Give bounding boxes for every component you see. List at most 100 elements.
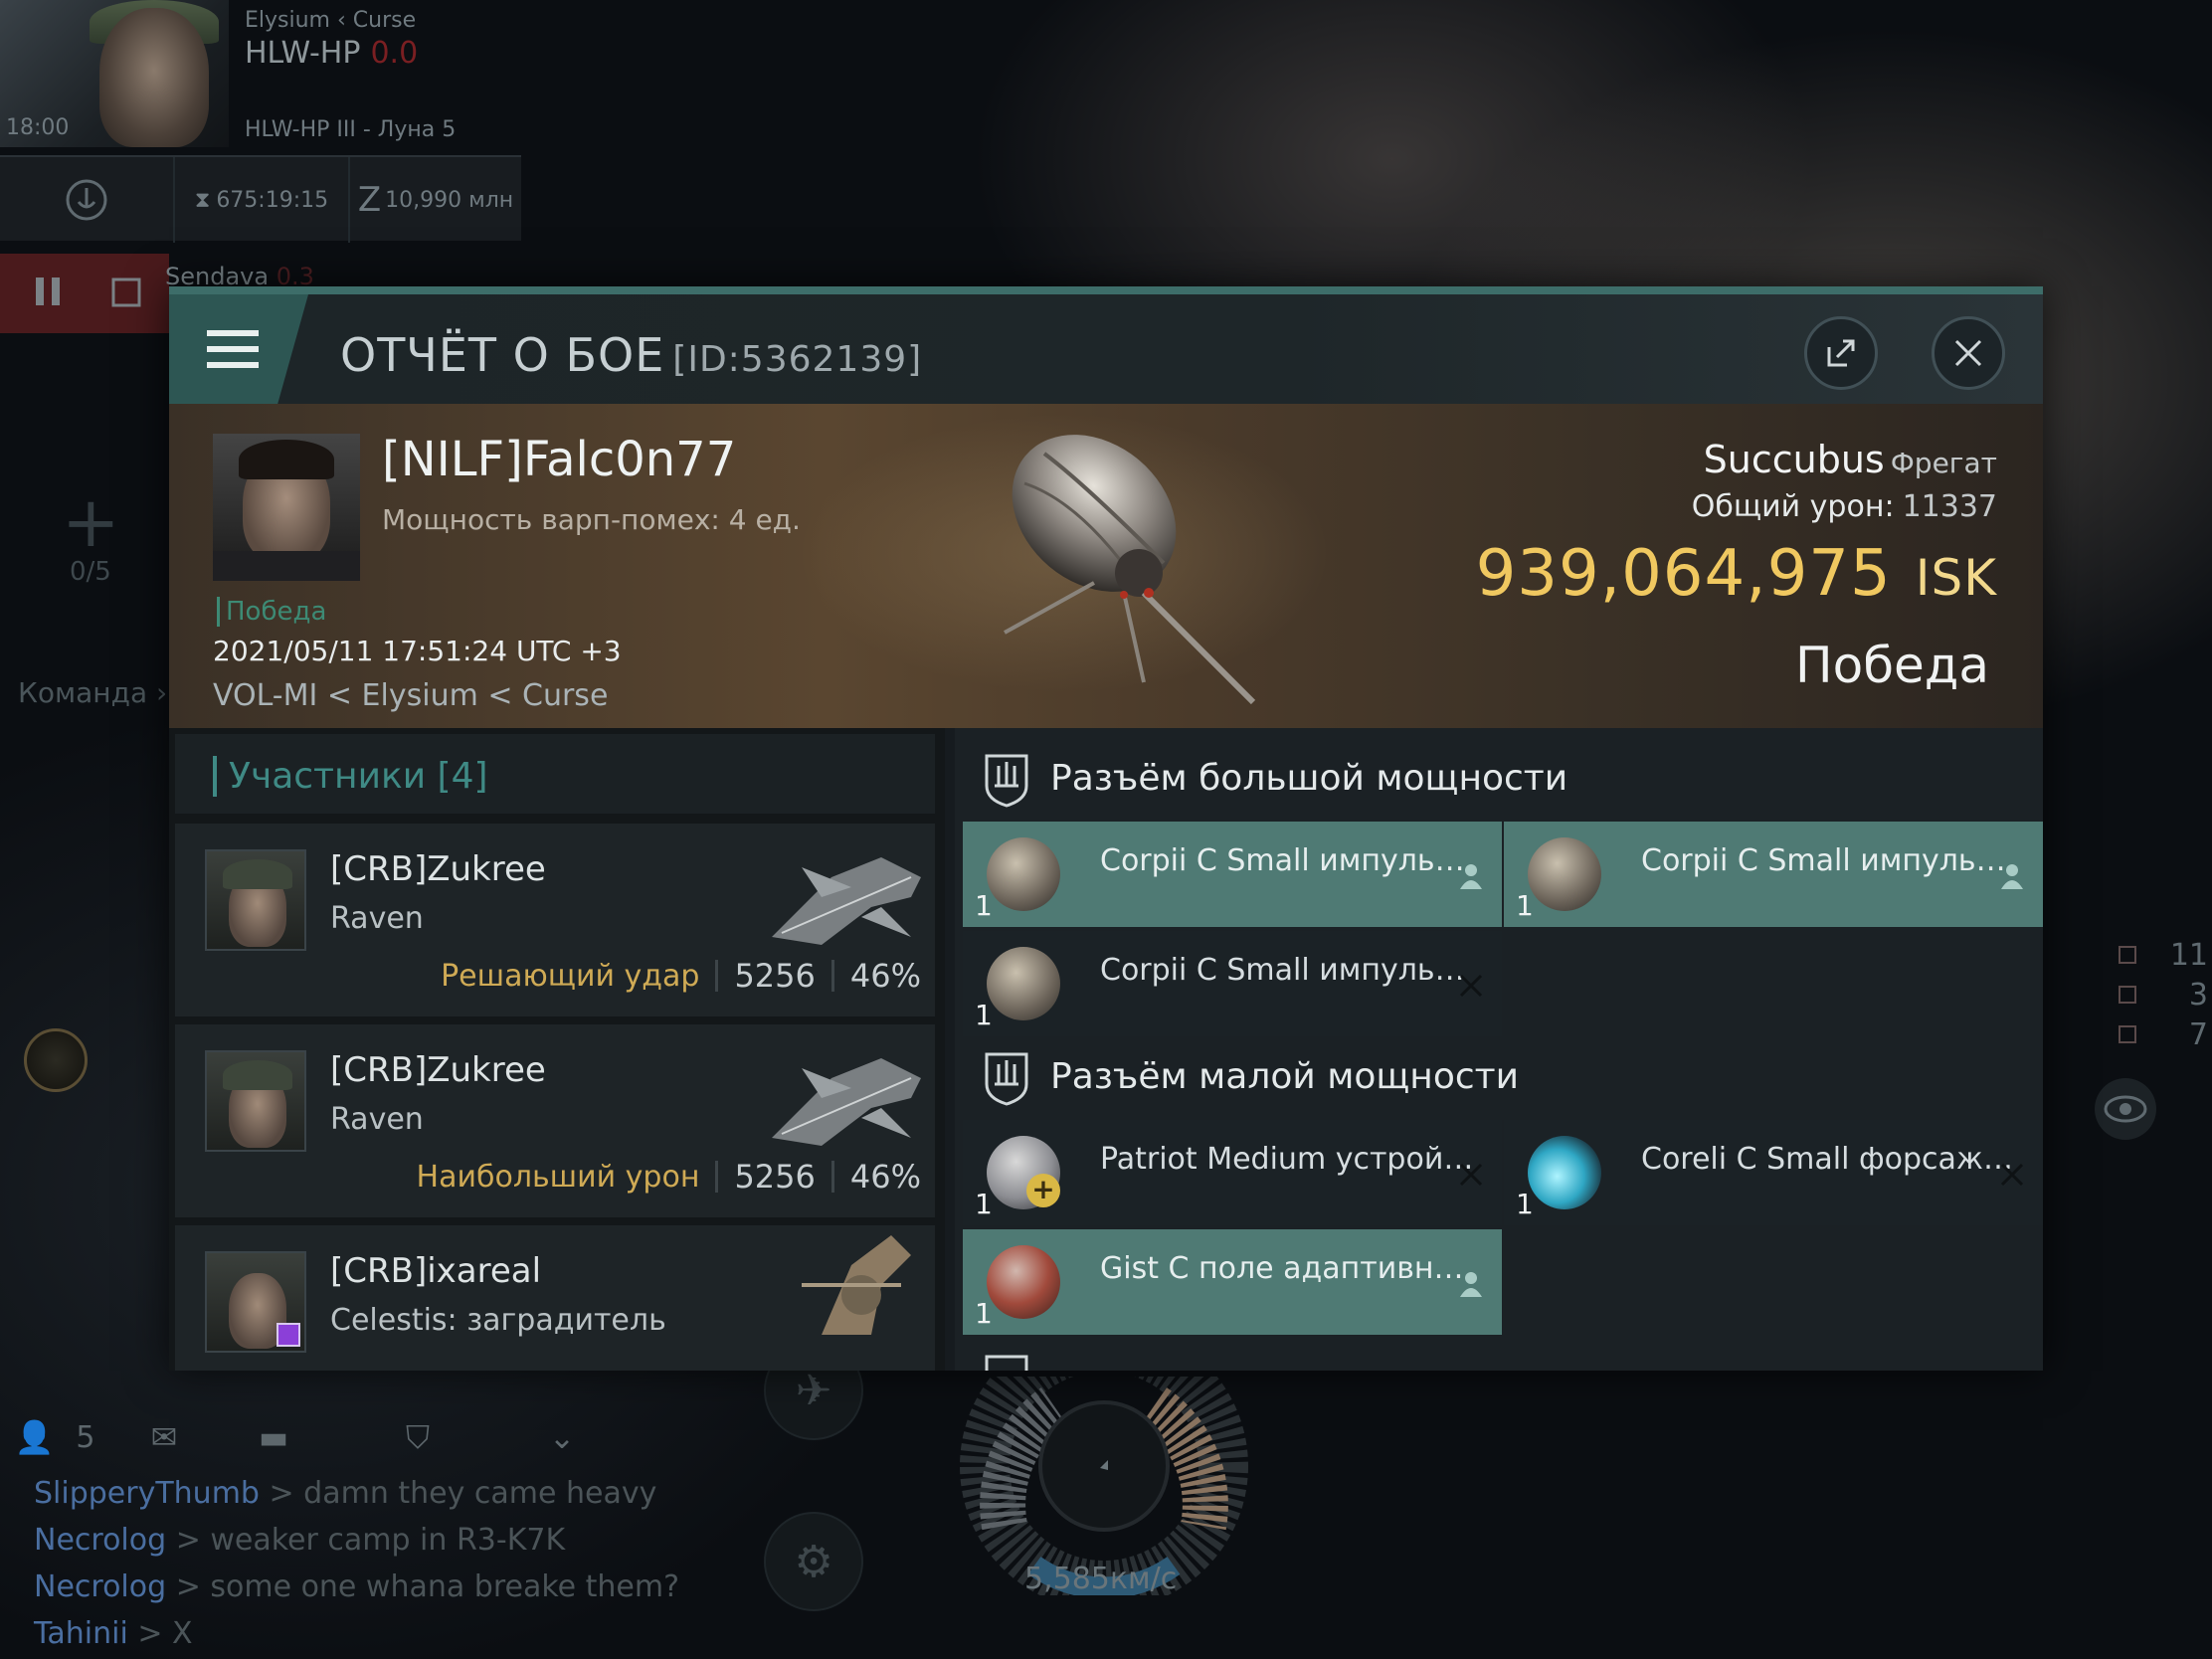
- module-slot[interactable]: + 1 Patriot Medium устройство ...: [963, 1120, 1502, 1225]
- counter-value: 3: [2188, 977, 2208, 1013]
- chat-author[interactable]: SlipperyThumb: [34, 1476, 260, 1511]
- participant-stats: Наибольший урон 5256 46%: [417, 1158, 921, 1196]
- destroyed-x-icon: [1459, 1163, 1483, 1187]
- chat-text: > X: [127, 1616, 193, 1651]
- module-icon: [2119, 1025, 2136, 1043]
- high-slot-label: Разъём большой мощности: [1050, 758, 1568, 799]
- chat-author[interactable]: Necrolog: [34, 1523, 166, 1558]
- filter-button[interactable]: ⛉: [328, 1402, 507, 1472]
- participants-header[interactable]: Участники [4]: [175, 734, 935, 814]
- autopilot-controls: [0, 254, 169, 333]
- chat-bubble-icon: ▬: [258, 1418, 289, 1456]
- chat-author[interactable]: Tahinii: [34, 1616, 128, 1651]
- module-slot[interactable]: 1 Corpii C Small импульсный...: [963, 822, 1502, 927]
- high-slot-header: Разъём большой мощности: [955, 728, 2043, 830]
- ship-icon: ✈: [795, 1365, 832, 1416]
- members-button[interactable]: 👤 5: [0, 1402, 109, 1472]
- participant-stats: Решающий удар 5256 46%: [441, 957, 921, 995]
- battle-report-window: ОТЧЁТ О БОЕ [ID:5362139] [NILF]Falc0n77 М…: [169, 286, 2043, 1371]
- dropped-person-icon: [1460, 864, 1482, 889]
- team-tab[interactable]: Команда ›: [18, 676, 167, 709]
- collapse-chat-button[interactable]: ⌄: [507, 1402, 617, 1472]
- module-slot[interactable]: 1 Coreli C Small форсажный...: [1504, 1120, 2043, 1225]
- chat-message: Tahinii > X: [34, 1610, 679, 1657]
- stop-icon: [111, 277, 141, 307]
- orbit-icon[interactable]: [24, 1028, 88, 1092]
- participant-row[interactable]: [CRB]Zukree Raven Решающий удар 5256 46%: [175, 824, 935, 1016]
- chat-message: SlipperyThumb > damn they came heavy: [34, 1470, 679, 1517]
- module-name: Patriot Medium устройство ...: [1100, 1142, 1478, 1177]
- total-damage-value: 11337: [1902, 489, 1997, 524]
- pause-icon: [36, 277, 60, 305]
- participant-row[interactable]: [CRB]ixareal Celestis: заградитель: [175, 1225, 935, 1371]
- system-label: HLW-HP: [245, 36, 361, 71]
- security-status: 0.0: [370, 36, 419, 71]
- dropped-person-icon: [2001, 864, 2023, 889]
- counter-targets[interactable]: 11: [2119, 935, 2208, 975]
- pause-button[interactable]: [30, 272, 70, 311]
- ship-name: Succubus: [1703, 438, 1885, 481]
- chat-author[interactable]: Necrolog: [34, 1569, 166, 1604]
- victim-name[interactable]: [NILF]Falc0n77: [382, 432, 736, 487]
- participant-name: [CRB]Zukree: [330, 849, 546, 889]
- total-damage-label: Общий урон:: [1691, 489, 1895, 524]
- mail-icon: ✉: [150, 1418, 178, 1456]
- battle-location[interactable]: VOL-MI < Elysium < Curse: [213, 678, 608, 713]
- counter-modules[interactable]: 7: [2119, 1014, 2208, 1054]
- chat-message: Necrolog > some one whana breake them?: [34, 1564, 679, 1610]
- dock-button[interactable]: [0, 157, 175, 243]
- dropped-person-icon: [1460, 1272, 1482, 1297]
- add-team-icon[interactable]: +: [62, 487, 120, 557]
- warp-scramble-strength: Мощность варп-помех: 4 ед.: [382, 503, 801, 536]
- clock: 18:00: [6, 115, 70, 140]
- damage-dealt: 5256: [734, 1158, 816, 1196]
- low-slot-icon: [985, 1355, 1028, 1371]
- chevron-down-icon: ⌄: [548, 1418, 576, 1456]
- counter-drones[interactable]: 3: [2119, 975, 2208, 1014]
- report-id: [ID:5362139]: [672, 339, 923, 380]
- stop-button[interactable]: [107, 272, 147, 311]
- module-name: Gist C поле адаптивной...: [1100, 1251, 1478, 1286]
- plus-icon: +: [1026, 1174, 1060, 1207]
- menu-button[interactable]: [169, 294, 308, 404]
- afterburner-icon: [1528, 1136, 1601, 1209]
- participant-avatar: [205, 849, 306, 951]
- chat-message: Necrolog > weaker camp in R3-K7K: [34, 1517, 679, 1564]
- victim-avatar[interactable]: [213, 434, 360, 581]
- target-icon: [2119, 946, 2136, 964]
- chat-channels-button[interactable]: ▬: [219, 1402, 328, 1472]
- wallet-display[interactable]: Z 10,990 млн: [350, 157, 521, 243]
- mail-button[interactable]: ✉: [109, 1402, 219, 1472]
- ship-type[interactable]: Succubus Фрегат: [1704, 438, 1997, 481]
- close-button[interactable]: [1932, 316, 2005, 390]
- module-slot[interactable]: 1 Corpii C Small импульсный...: [963, 931, 1502, 1036]
- chat-text: > damn they came heavy: [259, 1476, 657, 1511]
- share-button[interactable]: [1804, 316, 1878, 390]
- damage-dealt: 5256: [734, 957, 816, 995]
- ship-class: Фрегат: [1890, 447, 1997, 479]
- participants-panel: Участники [4] [CRB]Zukree Raven Решающий…: [169, 728, 945, 1371]
- total-damage: Общий урон: 11337: [1692, 489, 1997, 524]
- report-title: ОТЧЁТ О БОЕ: [340, 328, 665, 382]
- team-tab-label: Команда: [18, 676, 148, 709]
- participants-title: Участники [4]: [213, 756, 488, 797]
- destroyed-x-icon: [1459, 974, 1483, 998]
- system-name[interactable]: HLW-HP 0.0: [245, 36, 418, 71]
- eye-icon[interactable]: [2095, 1078, 2156, 1140]
- ship-image[interactable]: [965, 414, 1263, 712]
- module-slot[interactable]: 1 Corpii C Small импульсный...: [1504, 822, 2043, 927]
- destroyed-x-icon: [2000, 1163, 2024, 1187]
- adaptive-shield-icon: [987, 1245, 1060, 1319]
- chat-text: > some one whana breake them?: [166, 1569, 680, 1604]
- low-slot-header-partial: [955, 1339, 2043, 1371]
- participant-row[interactable]: [CRB]Zukree Raven Наибольший урон 5256 46%: [175, 1024, 935, 1217]
- top-damage-tag: Наибольший урон: [416, 1159, 700, 1195]
- hud-toolbar: ⧗ 675:19:15 Z 10,990 млн: [0, 155, 521, 243]
- member-count: 5: [76, 1419, 95, 1455]
- high-slot-icon: [985, 754, 1028, 808]
- participant-ship: Celestis: заградитель: [330, 1303, 666, 1338]
- pulse-laser-icon: [987, 837, 1060, 911]
- settings-button[interactable]: ⚙: [764, 1512, 863, 1611]
- participant-ship: Raven: [330, 901, 424, 936]
- module-slot[interactable]: 1 Gist C поле адаптивной...: [963, 1229, 1502, 1335]
